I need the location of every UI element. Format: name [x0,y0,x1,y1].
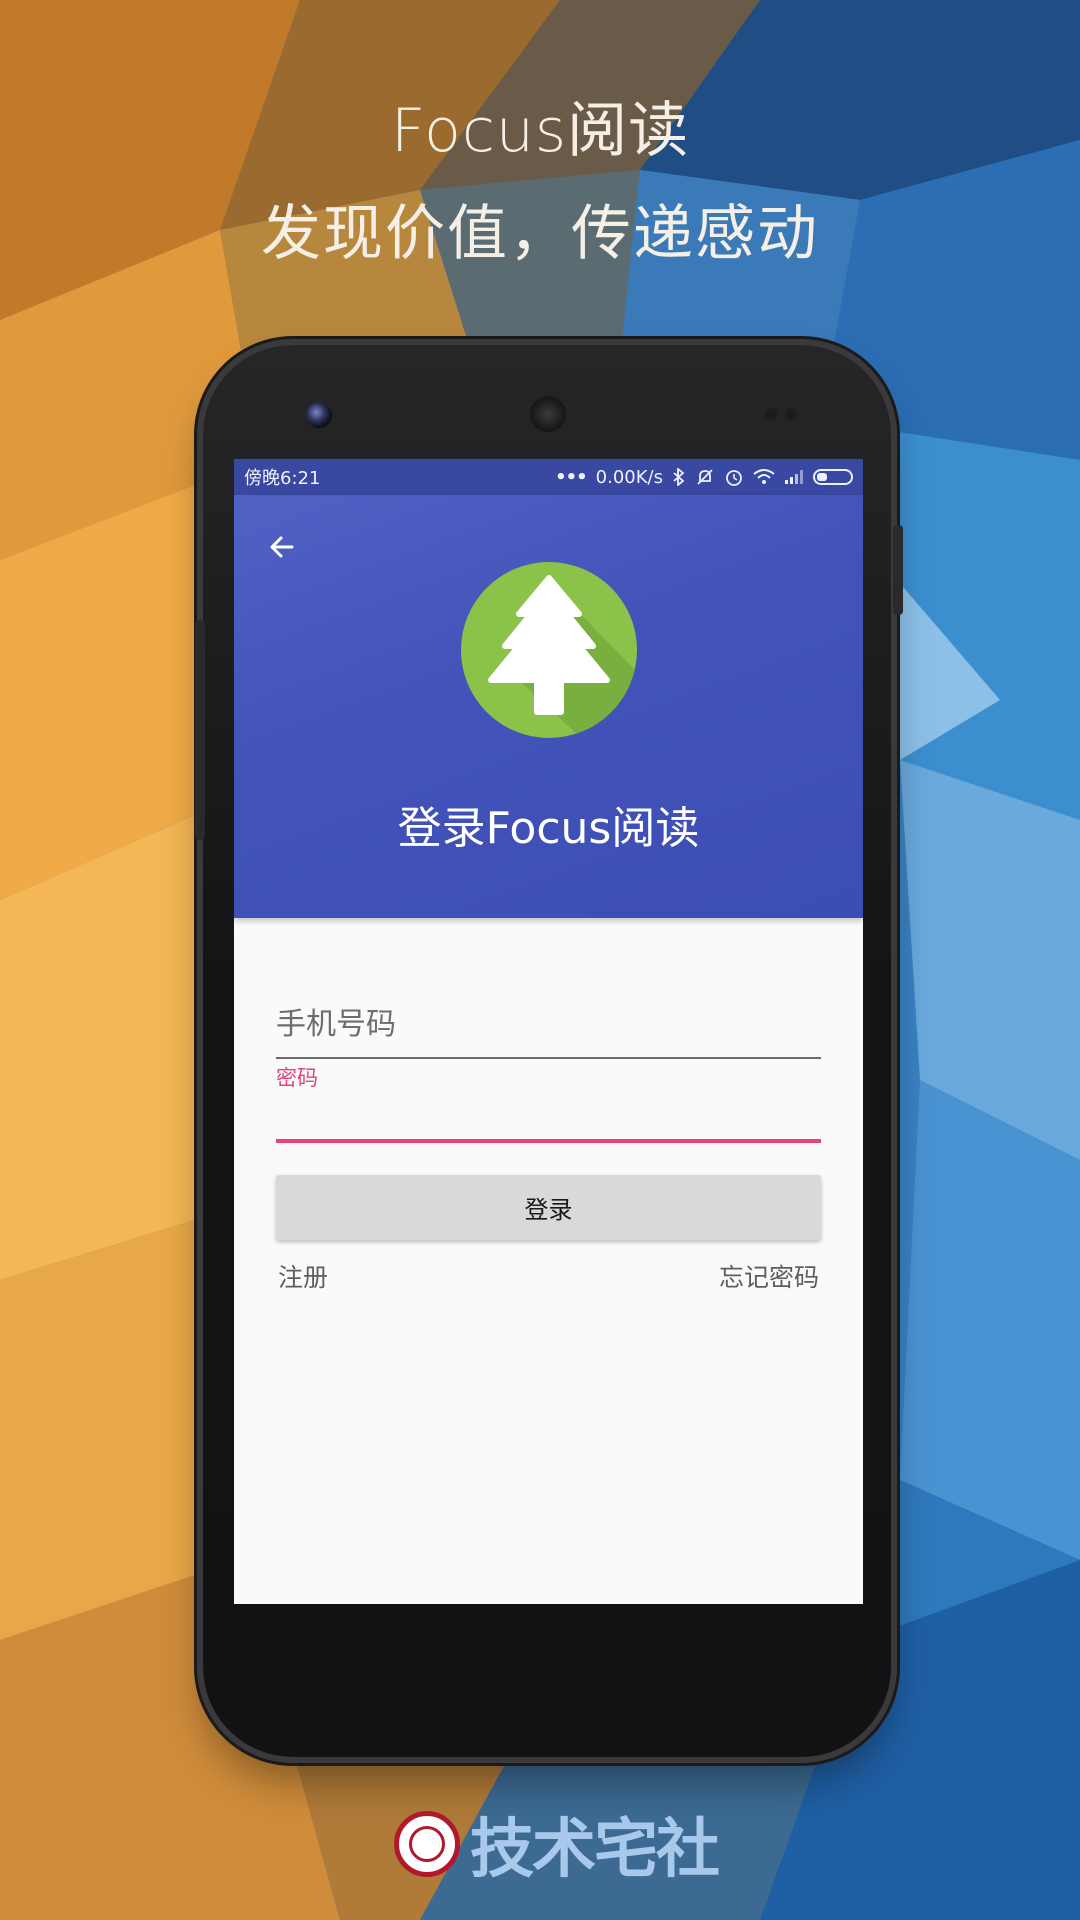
footer-branding: 技术宅社 [394,1798,720,1890]
mute-icon [697,469,713,485]
back-button[interactable] [262,527,302,567]
signal-icon [785,470,803,484]
password-label: 密码 [276,1066,318,1090]
login-button[interactable]: 登录 [276,1175,821,1240]
arrow-left-icon [270,536,294,558]
front-camera-icon [306,402,332,428]
sensor-dot [785,408,797,420]
school-seal-icon [394,1811,460,1877]
status-icons: ••• 0.00K/s [555,467,853,488]
phone-number-field[interactable]: 手机号码 [276,999,821,1059]
register-link[interactable]: 注册 [278,1258,328,1294]
wifi-icon [753,469,775,484]
status-time: 傍晚6:21 [244,468,321,489]
login-header: 登录Focus阅读 [234,495,863,918]
app-screen: 傍晚6:21 ••• 0.00K/s 登录Focus阅读 手机号码 密码 登录 … [234,459,863,1604]
forgot-password-link[interactable]: 忘记密码 [719,1258,819,1294]
page-title: 登录Focus阅读 [397,803,700,854]
sensor-dot [765,408,777,420]
network-speed: 0.00K/s [595,466,663,488]
battery-icon [813,469,853,485]
bluetooth-icon [673,468,685,486]
footer-brand-text: 技术宅社 [470,1813,720,1887]
power-button [893,525,903,615]
more-dots-icon: ••• [555,466,588,488]
speaker-icon [530,396,566,432]
pine-tree-icon [488,575,637,738]
password-field[interactable] [276,1097,821,1143]
volume-button [195,620,205,840]
status-bar: 傍晚6:21 ••• 0.00K/s [234,459,863,495]
alarm-icon [726,470,742,486]
promo-title: Focus阅读 [390,96,690,166]
app-logo [461,562,637,738]
phone-number-placeholder: 手机号码 [276,1007,396,1042]
promo-slogan: 发现价值，传递感动 [261,199,819,269]
